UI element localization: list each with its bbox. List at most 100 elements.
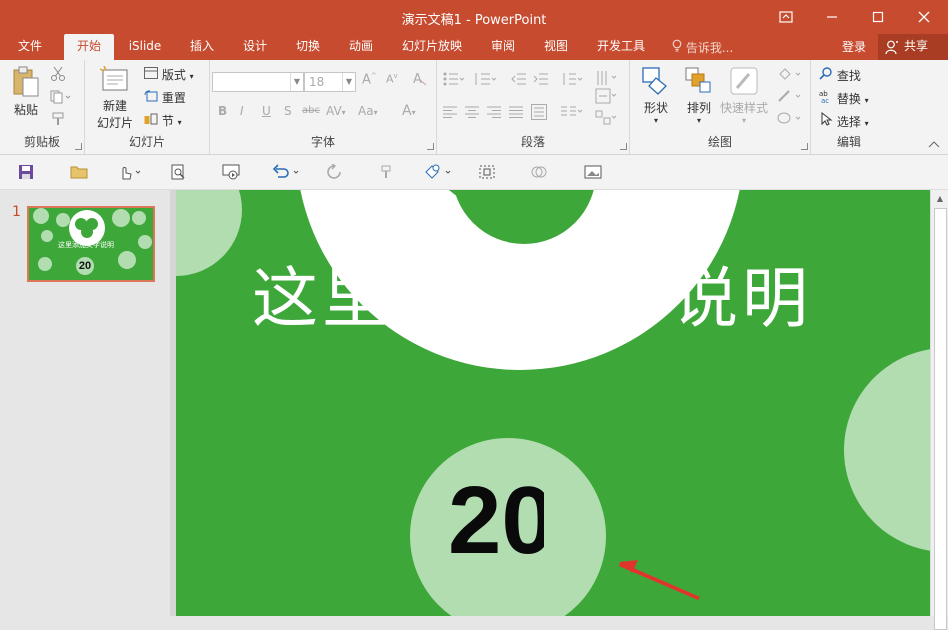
justify-icon[interactable]	[509, 106, 523, 121]
strikethrough-icon[interactable]: abc	[302, 105, 320, 116]
shapes-label: 形状	[643, 101, 668, 115]
find-button[interactable]: 查找	[819, 66, 861, 84]
shapes-button[interactable]: 形状 ▾	[634, 66, 678, 125]
font-color-icon[interactable]: A▾	[402, 103, 416, 119]
quick-styles-button[interactable]: 快速样式 ▾	[718, 66, 770, 125]
italic-icon[interactable]: I	[240, 104, 244, 118]
numbering-icon[interactable]	[475, 72, 497, 89]
share-button[interactable]: 共享	[878, 34, 948, 60]
maximize-icon[interactable]	[855, 0, 901, 34]
drawing-launcher-icon[interactable]	[801, 143, 808, 150]
chevron-down-icon: ▼	[290, 73, 303, 91]
shape-outline-icon[interactable]	[776, 88, 804, 107]
clear-formatting-icon[interactable]: A	[412, 70, 428, 89]
shapes-icon	[641, 66, 671, 99]
layout-button[interactable]: 版式 ▾	[144, 66, 194, 83]
layout-label: 版式	[161, 68, 186, 82]
text-shadow-icon[interactable]: S	[284, 104, 292, 118]
distributed-icon[interactable]	[531, 104, 547, 123]
line-spacing-icon[interactable]	[561, 72, 583, 89]
slide-number: 1	[12, 204, 21, 220]
group-font: ▼ 18 ▼ A^ Av A B I U S abc AV▾ Aa▾ A▾ 字体	[210, 60, 437, 154]
touch-mode-icon[interactable]	[118, 163, 144, 181]
change-case-icon[interactable]: Aa▾	[358, 104, 378, 118]
undo-icon[interactable]	[272, 163, 300, 181]
smartart-icon[interactable]	[595, 110, 617, 129]
tab-slideshow[interactable]: 幻灯片放映	[396, 34, 468, 60]
align-text-icon[interactable]	[595, 88, 617, 107]
cut-icon[interactable]	[50, 66, 66, 85]
tab-view[interactable]: 视图	[534, 34, 578, 60]
tab-islide[interactable]: iSlide	[122, 34, 168, 60]
new-slide-label-2: 幻灯片	[96, 116, 133, 130]
vertical-scrollbar[interactable]: ▲	[930, 190, 948, 630]
tab-animations[interactable]: 动画	[339, 34, 383, 60]
scroll-thumb[interactable]	[934, 208, 947, 630]
slide-canvas[interactable]: 这里添加文字说明 20	[176, 190, 930, 616]
redo-icon[interactable]	[326, 163, 342, 181]
align-left-icon[interactable]	[443, 106, 457, 121]
tab-review[interactable]: 审阅	[481, 34, 525, 60]
shapes-qat-icon[interactable]	[424, 163, 454, 181]
text-direction-icon[interactable]	[595, 70, 617, 89]
paragraph-launcher-icon[interactable]	[620, 143, 627, 150]
copy-icon[interactable]	[50, 90, 72, 107]
align-right-icon[interactable]	[487, 106, 501, 121]
scroll-up-icon[interactable]: ▲	[934, 194, 946, 206]
clipboard-launcher-icon[interactable]	[75, 143, 82, 150]
arrange-button[interactable]: 排列 ▾	[678, 66, 720, 125]
font-launcher-icon[interactable]	[427, 143, 434, 150]
group-label-font: 字体	[310, 135, 335, 149]
reset-button[interactable]: 重置	[144, 89, 186, 106]
slideshow-from-beginning-icon[interactable]	[222, 163, 240, 181]
align-center-icon[interactable]	[465, 106, 479, 121]
thumbnail-title: 这里添加文字说明	[58, 241, 114, 249]
shape-effects-icon[interactable]	[776, 110, 804, 129]
increase-indent-icon[interactable]	[533, 72, 549, 89]
decrease-indent-icon[interactable]	[511, 72, 527, 89]
replace-button[interactable]: ab ac 替换 ▾	[819, 89, 869, 107]
columns-icon[interactable]	[561, 106, 583, 121]
slide-thumbnail[interactable]: 这里添加文字说明 20	[27, 206, 155, 282]
bullets-icon[interactable]	[443, 72, 465, 89]
grow-font-icon[interactable]: A^	[362, 72, 377, 87]
format-painter-qat-icon[interactable]	[378, 163, 394, 181]
tab-home[interactable]: 开始	[64, 34, 114, 60]
character-spacing-icon[interactable]: AV▾	[326, 104, 346, 118]
select-button[interactable]: 选择 ▾	[819, 111, 869, 130]
underline-icon[interactable]: U	[262, 104, 271, 118]
open-folder-icon[interactable]	[70, 163, 88, 181]
lightbulb-icon	[672, 39, 682, 55]
minimize-icon[interactable]	[809, 0, 855, 34]
tell-me-box[interactable]: 告诉我...	[672, 39, 733, 56]
section-button[interactable]: 节 ▾	[144, 112, 182, 129]
ribbon-display-options-icon[interactable]	[763, 0, 809, 34]
shrink-font-icon[interactable]: Av	[386, 72, 398, 86]
close-icon[interactable]	[901, 0, 947, 34]
save-icon[interactable]	[18, 163, 34, 181]
picture-icon[interactable]	[584, 163, 602, 181]
cursor-icon	[819, 111, 833, 129]
tab-developer[interactable]: 开发工具	[590, 34, 652, 60]
svg-text:ac: ac	[821, 97, 829, 103]
selection-pane-icon[interactable]	[478, 163, 496, 181]
login-button[interactable]: 登录	[842, 38, 866, 55]
tell-me-text: 告诉我...	[685, 41, 734, 55]
tab-design[interactable]: 设计	[233, 34, 277, 60]
font-size-combo[interactable]: 18 ▼	[304, 72, 356, 92]
tab-insert[interactable]: 插入	[180, 34, 224, 60]
print-preview-icon[interactable]	[170, 163, 186, 181]
merge-shapes-icon[interactable]	[530, 163, 548, 181]
format-painter-icon[interactable]	[50, 112, 66, 129]
paste-button[interactable]: 粘贴	[8, 66, 44, 118]
collapse-ribbon-icon[interactable]	[928, 140, 940, 151]
section-label: 节	[161, 114, 174, 128]
new-slide-button[interactable]: 新建 幻灯片	[89, 65, 141, 131]
font-name-combo[interactable]: ▼	[212, 72, 304, 92]
group-editing: 查找 ab ac 替换 ▾ 选择 ▾ 编辑	[811, 60, 887, 154]
tab-file[interactable]: 文件	[8, 34, 52, 60]
bold-icon[interactable]: B	[218, 104, 227, 118]
shape-fill-icon[interactable]	[776, 66, 804, 85]
tab-transitions[interactable]: 切换	[286, 34, 330, 60]
quick-styles-icon	[729, 66, 759, 99]
